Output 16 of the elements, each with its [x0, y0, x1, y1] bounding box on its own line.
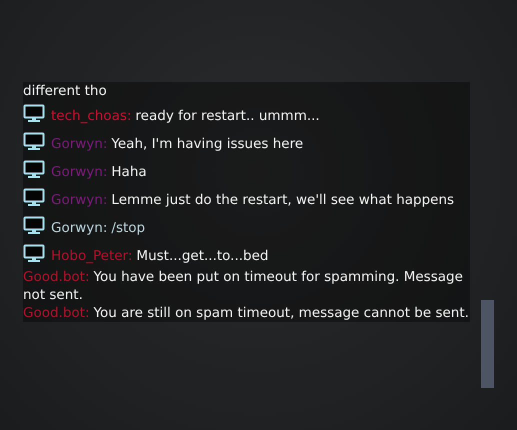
chat-message: tech_choas: ready for restart.. ummm... — [23, 104, 470, 125]
monitor-icon — [23, 132, 45, 151]
monitor-icon — [23, 104, 45, 123]
monitor-icon — [23, 160, 45, 179]
chat-message: different tho — [23, 82, 108, 100]
monitor-icon — [23, 188, 45, 207]
chat-message: Gorwyn: /stop — [23, 216, 470, 237]
scrollbar-thumb[interactable] — [481, 300, 494, 388]
monitor-icon — [23, 244, 45, 263]
monitor-icon — [23, 216, 45, 235]
chat-message: Good.bot: You are still on spam timeout, message cannot be sent. — [23, 304, 470, 322]
chat-message: Gorwyn: Haha — [23, 160, 470, 181]
chat-message: Gorwyn: Yeah, I'm having issues here — [23, 132, 470, 153]
chat-message: Good.bot: You have been put on timeout for spamming. Message not sent. — [23, 268, 464, 304]
chat-message: Gorwyn: Lemme just do the restart, we'll see what happens — [23, 188, 470, 209]
chat-message: Hobo_Peter: Must...get...to...bed — [23, 244, 470, 265]
